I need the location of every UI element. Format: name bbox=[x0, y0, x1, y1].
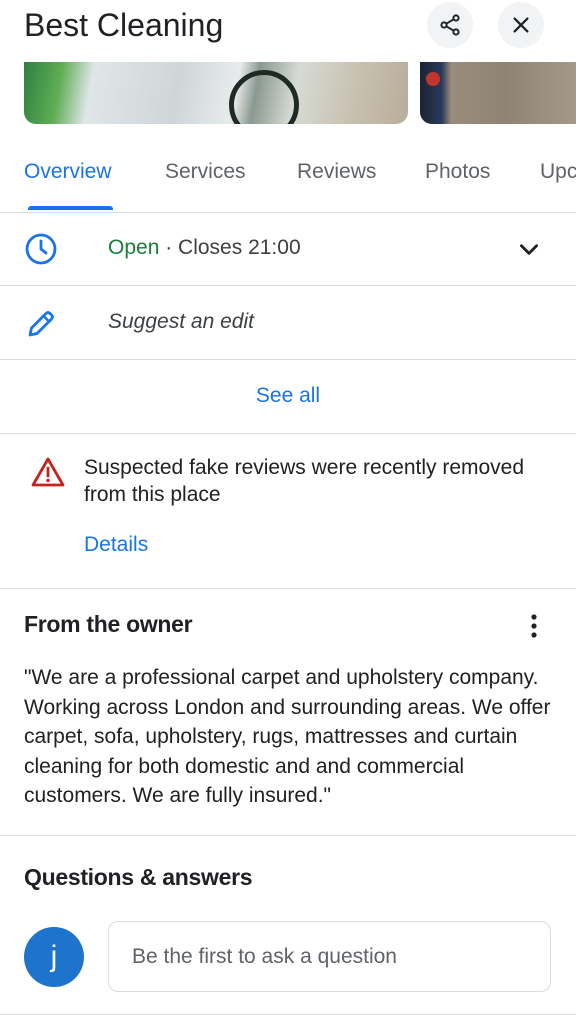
hours-row[interactable]: Open · Closes 21:00 bbox=[0, 212, 576, 286]
close-button[interactable] bbox=[498, 2, 544, 48]
warning-icon bbox=[31, 457, 65, 487]
closing-time: Closes 21:00 bbox=[178, 236, 301, 259]
place-photo[interactable] bbox=[420, 62, 576, 124]
more-vert-icon[interactable] bbox=[524, 613, 544, 639]
suggest-edit-label: Suggest an edit bbox=[108, 310, 254, 333]
place-header: Best Cleaning bbox=[0, 0, 576, 62]
divider bbox=[0, 1014, 576, 1015]
qa-heading: Questions & answers bbox=[24, 864, 253, 890]
from-the-owner-section: From the owner "We are a professional ca… bbox=[0, 589, 576, 836]
avatar[interactable]: j bbox=[24, 927, 84, 987]
ask-question-input[interactable] bbox=[108, 921, 551, 992]
tab-overview[interactable]: Overview bbox=[24, 160, 112, 184]
fake-reviews-notice: Suspected fake reviews were recently rem… bbox=[0, 434, 576, 589]
clock-icon bbox=[25, 233, 57, 265]
open-status: Open bbox=[108, 236, 160, 259]
hours-summary: Open · Closes 21:00 bbox=[108, 236, 301, 260]
close-icon bbox=[513, 17, 529, 33]
avatar-letter: j bbox=[50, 940, 58, 973]
place-title: Best Cleaning bbox=[24, 7, 224, 43]
see-all-row: See all bbox=[0, 360, 576, 434]
tab-services[interactable]: Services bbox=[165, 160, 246, 184]
active-tab-indicator bbox=[28, 206, 113, 210]
share-button[interactable] bbox=[427, 2, 473, 48]
notice-text: Suspected fake reviews were recently rem… bbox=[84, 456, 525, 506]
tab-updates[interactable]: Upc bbox=[540, 160, 576, 184]
place-photo[interactable] bbox=[24, 62, 408, 124]
section-heading: From the owner bbox=[24, 611, 193, 637]
details-link[interactable]: Details bbox=[84, 533, 148, 557]
tab-reviews[interactable]: Reviews bbox=[297, 160, 376, 184]
suggest-edit-row[interactable]: Suggest an edit bbox=[0, 286, 576, 360]
pencil-icon bbox=[28, 311, 54, 337]
photo-strip[interactable] bbox=[0, 62, 576, 126]
separator: · bbox=[159, 236, 179, 259]
tab-bar: Overview Services Reviews Photos Upc bbox=[0, 126, 576, 213]
share-icon bbox=[440, 14, 460, 36]
see-all-link[interactable]: See all bbox=[0, 384, 576, 408]
tab-photos[interactable]: Photos bbox=[425, 160, 490, 184]
chevron-down-icon[interactable] bbox=[516, 236, 542, 262]
owner-description: "We are a professional carpet and uphols… bbox=[24, 666, 551, 807]
